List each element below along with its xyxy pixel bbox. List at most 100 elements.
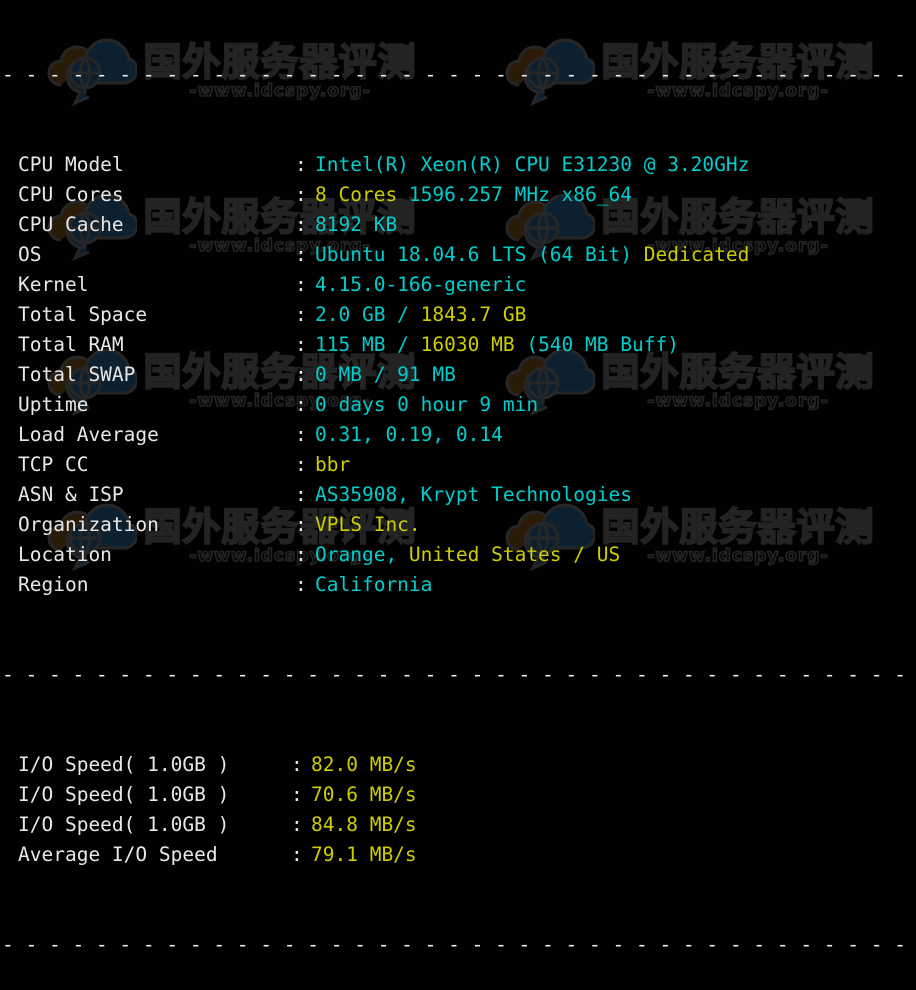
info-row: CPU Cores:8 Cores 1596.257 MHz x86_64 (0, 180, 916, 210)
row-colon: : (295, 183, 307, 206)
info-row: OS: Ubuntu 18.04.6 LTS (64 Bit) Dedicated (0, 240, 916, 270)
row-colon: : (295, 483, 307, 506)
info-row: I/O Speed( 1.0GB ):82.0 MB/s (0, 750, 916, 780)
row-label: Total RAM (18, 333, 124, 356)
value-segment: 1843.7 GB (420, 303, 527, 326)
value-segment: 70.6 MB/s (311, 783, 417, 806)
row-colon: : (295, 303, 307, 326)
row-colon: : (295, 393, 307, 416)
row-value: bbr (315, 450, 350, 480)
row-value: 115 MB / 16030 MB (540 MB Buff) (315, 330, 679, 360)
row-label: Organization (18, 513, 159, 536)
row-label: I/O Speed( 1.0GB ) (18, 783, 230, 806)
info-row: Kernel:4.15.0-166-generic (0, 270, 916, 300)
info-row: Total Space:2.0 GB / 1843.7 GB (0, 300, 916, 330)
row-value: 84.8 MB/s (311, 810, 417, 840)
info-row: I/O Speed( 1.0GB ):70.6 MB/s (0, 780, 916, 810)
value-segment: 115 MB / (315, 333, 421, 356)
info-row: Region: California (0, 570, 916, 600)
value-segment: 8192 KB (315, 213, 398, 236)
value-segment: 8 Cores (315, 183, 398, 206)
row-label: Total Space (18, 303, 148, 326)
row-label: Average I/O Speed (18, 843, 218, 866)
info-row: Total RAM:115 MB / 16030 MB (540 MB Buff… (0, 330, 916, 360)
row-label: Load Average (18, 423, 159, 446)
info-row: CPU Cache:8192 KB (0, 210, 916, 240)
terminal-output: - - - - - - - - - - - - - - - - - - - - … (0, 0, 916, 990)
separator-middle: - - - - - - - - - - - - - - - - - - - - … (2, 663, 906, 686)
value-segment: 0 days 0 hour 9 min (315, 393, 539, 416)
row-value: Ubuntu 18.04.6 LTS (64 Bit) Dedicated (315, 240, 749, 270)
row-label: I/O Speed( 1.0GB ) (18, 753, 230, 776)
row-value: 4.15.0-166-generic (315, 270, 526, 300)
row-colon: : (295, 243, 307, 266)
value-segment: Dedicated (643, 243, 750, 266)
info-row: Location: Orange, United States / US (0, 540, 916, 570)
row-label: TCP CC (18, 453, 89, 476)
info-row: Uptime:0 days 0 hour 9 min (0, 390, 916, 420)
info-row: I/O Speed( 1.0GB ):84.8 MB/s (0, 810, 916, 840)
info-row: Organization: VPLS Inc. (0, 510, 916, 540)
value-segment: 0 MB / 91 MB (315, 363, 456, 386)
value-segment: Orange, (315, 543, 409, 566)
value-segment: 4.15.0-166-generic (315, 273, 527, 296)
row-value: Orange, United States / US (315, 540, 620, 570)
row-colon: : (291, 783, 303, 806)
row-colon: : (295, 453, 307, 476)
row-label: CPU Model (18, 153, 124, 176)
row-colon: : (295, 513, 307, 536)
row-value: California (315, 570, 432, 600)
row-label: CPU Cores (18, 183, 124, 206)
value-segment: Ubuntu 18.04.6 LTS (64 Bit) (315, 243, 644, 266)
row-value: 82.0 MB/s (311, 750, 417, 780)
row-colon: : (291, 753, 303, 776)
row-colon: : (295, 153, 307, 176)
row-value: 0 days 0 hour 9 min (315, 390, 538, 420)
info-row: Load Average:0.31, 0.19, 0.14 (0, 420, 916, 450)
row-value: 79.1 MB/s (311, 840, 417, 870)
row-value: 2.0 GB / 1843.7 GB (315, 300, 526, 330)
info-row: Total SWAP:0 MB / 91 MB (0, 360, 916, 390)
value-segment: 16030 MB (420, 333, 515, 356)
io-speed-block: I/O Speed( 1.0GB ):82.0 MB/s I/O Speed( 1… (0, 750, 916, 870)
value-segment: 2.0 GB / (315, 303, 421, 326)
row-label: CPU Cache (18, 213, 124, 236)
value-segment: 0.31, 0.19, 0.14 (315, 423, 503, 446)
row-colon: : (295, 363, 307, 386)
info-row: Average I/O Speed:79.1 MB/s (0, 840, 916, 870)
value-segment: 84.8 MB/s (311, 813, 417, 836)
row-label: ASN & ISP (18, 483, 124, 506)
system-info-block: CPU Model: Intel(R) Xeon(R) CPU E31230 @ … (0, 150, 916, 600)
row-label: Region (18, 573, 89, 596)
value-segment: (540 MB Buff) (514, 333, 679, 356)
value-segment: Intel(R) Xeon(R) CPU E31230 @ 3.20GHz (315, 153, 750, 176)
info-row: TCP CC: bbr (0, 450, 916, 480)
row-value: 8 Cores 1596.257 MHz x86_64 (315, 180, 632, 210)
row-value: 70.6 MB/s (311, 780, 417, 810)
info-row: CPU Model: Intel(R) Xeon(R) CPU E31230 @ … (0, 150, 916, 180)
value-segment: United States / US (408, 543, 621, 566)
row-label: Total SWAP (18, 363, 136, 386)
row-value: 0.31, 0.19, 0.14 (315, 420, 503, 450)
row-colon: : (295, 423, 307, 446)
info-row: ASN & ISP: AS35908, Krypt Technologies (0, 480, 916, 510)
row-colon: : (291, 813, 303, 836)
row-label: I/O Speed( 1.0GB ) (18, 813, 230, 836)
row-colon: : (291, 843, 303, 866)
value-segment: California (315, 573, 433, 596)
row-value: 0 MB / 91 MB (315, 360, 456, 390)
row-colon: : (295, 543, 307, 566)
row-label: Uptime (18, 393, 89, 416)
row-value: Intel(R) Xeon(R) CPU E31230 @ 3.20GHz (315, 150, 749, 180)
value-segment: 1596.257 MHz x86_64 (397, 183, 632, 206)
value-segment: bbr (315, 453, 351, 476)
row-colon: : (295, 213, 307, 236)
row-label: Kernel (18, 273, 89, 296)
separator-bottom: - - - - - - - - - - - - - - - - - - - - … (2, 933, 906, 956)
row-colon: : (295, 573, 307, 596)
row-colon: : (295, 273, 307, 296)
separator-top: - - - - - - - - - - - - - - - - - - - - … (2, 63, 906, 86)
value-segment: 79.1 MB/s (311, 843, 417, 866)
row-value: AS35908, Krypt Technologies (315, 480, 632, 510)
row-colon: : (295, 333, 307, 356)
